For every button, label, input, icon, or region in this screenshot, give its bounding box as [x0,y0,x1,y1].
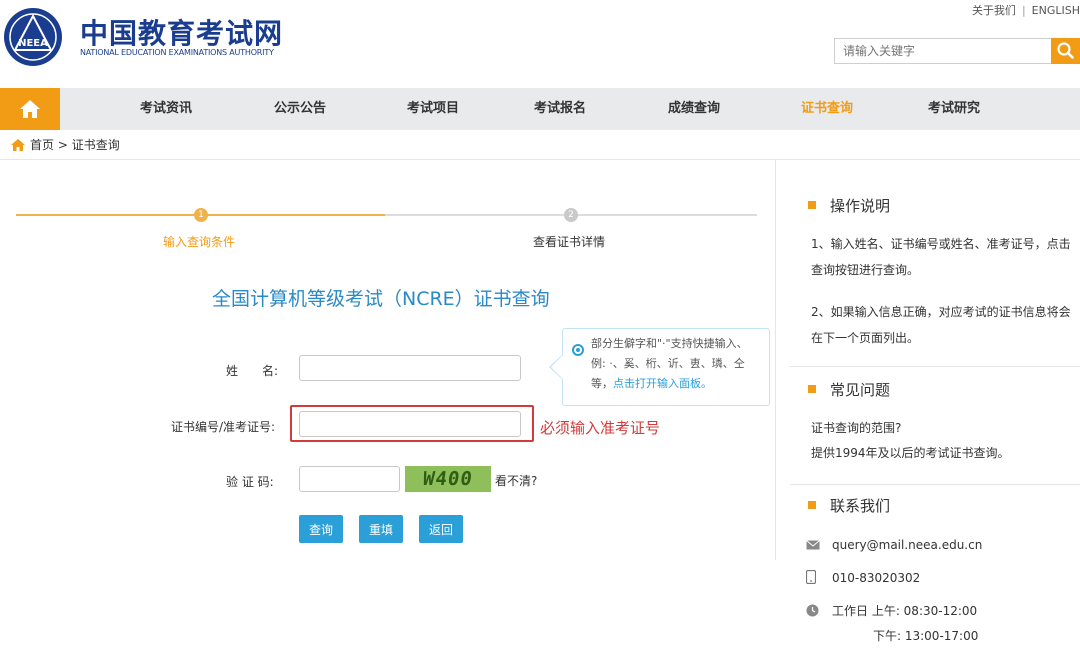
form-title: 全国计算机等级考试（NCRE）证书查询 [212,288,550,310]
back-button[interactable]: 返回 [419,515,463,543]
site-header: NEEA 中国教育考试网 NATIONAL EDUCATION EXAMINAT… [0,0,1080,88]
logo-subtitle: NATIONAL EDUCATION EXAMINATIONS AUTHORIT… [80,48,274,57]
contact-hours-row: 工作日 上午: 08:30-12:00 [806,602,977,620]
about-us-link[interactable]: 关于我们 [972,2,1016,18]
captcha-input[interactable] [299,466,400,492]
contact-email-row: query@mail.neea.edu.cn [806,538,982,553]
input-tip-tooltip: 部分生僻字和"·"支持快捷输入、 例: ·、奚、桁、䜣、叀、璘、仝 等，点击打开… [562,328,770,406]
tooltip-line-3: 等，点击打开输入面板。 [591,374,761,394]
breadcrumb-current: > 证书查询 [57,138,120,152]
query-button[interactable]: 查询 [299,515,343,543]
sidebar-separator [790,366,1080,367]
faq-heading: 常见问题 [808,379,890,400]
tooltip-line-2: 例: ·、奚、桁、䜣、叀、璘、仝 [591,357,745,370]
top-links: 关于我们 | ENGLISH [972,2,1080,18]
content-divider [775,160,776,560]
faq-answer: 提供1994年及以后的考试证书查询。 [811,446,1010,460]
neea-emblem-icon[interactable]: NEEA [2,6,64,68]
error-message: 必须输入准考证号 [540,419,661,437]
contact-hours-afternoon: 下午: 13:00-17:00 [873,629,979,643]
nav-item-certificate-query[interactable]: 证书查询 [801,88,853,130]
search-button[interactable] [1051,38,1080,64]
captcha-label: 验 证 码: [226,475,274,489]
name-input[interactable] [299,355,521,381]
search-input[interactable] [834,38,1052,64]
top-link-separator: | [1021,4,1026,17]
captcha-refresh-link[interactable]: 看不清? [495,472,537,489]
emblem-text: NEEA [18,38,48,49]
home-small-icon [11,139,25,151]
contact-phone: 010-83020302 [832,571,921,585]
nav-item-exam-news[interactable]: 考试资讯 [140,88,192,130]
reset-button[interactable]: 重填 [359,515,403,543]
breadcrumb: 首页 > 证书查询 [0,130,1080,160]
ops-item-2: 2、如果输入信息正确，对应考试的证书信息将会在下一个页面列出。 [811,305,1071,345]
tooltip-arrow-inner [551,355,563,379]
contact-heading: 联系我们 [808,495,890,516]
contact-hours-morning: 工作日 上午: 08:30-12:00 [832,604,978,618]
contact-email[interactable]: query@mail.neea.edu.cn [832,538,982,552]
sidebar-separator [790,484,1080,485]
nav-item-exam-projects[interactable]: 考试项目 [407,88,459,130]
mail-icon [806,539,820,549]
error-highlight-box [290,405,534,442]
tooltip-line-1: 部分生僻字和"·"支持快捷输入、 [591,337,748,350]
home-icon [20,100,40,118]
tip-radio-icon [572,344,584,356]
step-2-label: 查看证书详情 [533,235,606,249]
step-2-indicator: 2 [564,208,578,222]
main-nav: 考试资讯 公示公告 考试项目 考试报名 成绩查询 证书查询 考试研究 [0,88,1080,130]
nav-home-button[interactable] [0,88,60,130]
open-input-panel-link[interactable]: 点击打开输入面板。 [613,377,712,390]
contact-phone-row: 010-83020302 [805,569,921,587]
captcha-image[interactable]: W400 [405,466,491,492]
step-1-indicator: 1 [194,208,208,222]
ops-heading: 操作说明 [808,195,890,216]
faq-question[interactable]: 证书查询的范围? [811,415,1073,441]
english-link[interactable]: ENGLISH [1032,4,1080,17]
nav-item-announcements[interactable]: 公示公告 [274,88,326,130]
nav-item-score-query[interactable]: 成绩查询 [668,88,720,130]
captcha-text: W400 [421,468,475,490]
nav-item-registration[interactable]: 考试报名 [534,88,586,130]
step-1-label: 输入查询条件 [163,235,236,249]
tooltip-line-3-prefix: 等， [591,377,613,390]
name-label: 姓 名: [226,364,279,378]
logo-title[interactable]: 中国教育考试网 [80,12,283,52]
ops-item-1: 1、输入姓名、证书编号或姓名、准考证号，点击查询按钮进行查询。 [811,237,1071,277]
clock-icon [806,604,819,616]
search-icon [1057,42,1074,59]
phone-icon [805,569,817,585]
nav-item-exam-research[interactable]: 考试研究 [928,88,980,130]
cert-number-label: 证书编号/准考证号: [171,420,276,434]
breadcrumb-home[interactable]: 首页 [30,138,54,152]
